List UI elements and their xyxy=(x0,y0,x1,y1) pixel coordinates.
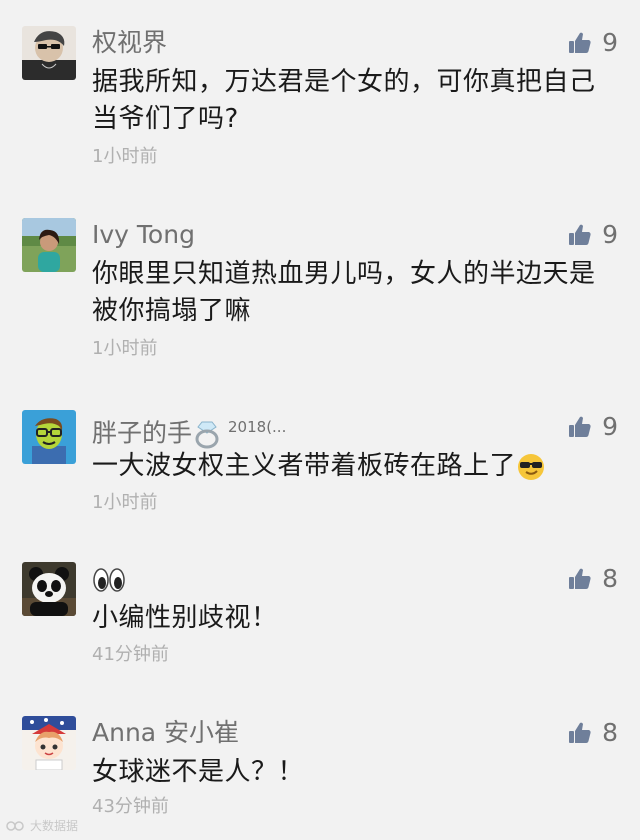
avatar[interactable] xyxy=(22,410,76,464)
timestamp: 1小时前 xyxy=(92,146,158,167)
like-button[interactable]: 8 xyxy=(568,718,618,748)
like-count: 8 xyxy=(602,718,618,747)
ring-icon xyxy=(195,421,219,449)
comment-text: 据我所知，万达君是个女的，可你真把自己当爷们了吗? xyxy=(92,67,596,134)
eyes-emoji xyxy=(93,568,125,592)
like-button[interactable]: 9 xyxy=(568,412,618,442)
like-button[interactable]: 8 xyxy=(568,564,618,594)
cool-sunglasses-emoji xyxy=(518,453,545,480)
username[interactable]: Anna 安小崔 xyxy=(92,718,239,748)
thumbs-up-icon xyxy=(569,224,591,245)
avatar[interactable] xyxy=(22,26,76,80)
comment-text: 小编性别歧视！ xyxy=(92,603,278,633)
thumbs-up-icon xyxy=(569,32,591,53)
timestamp: 43分钟前 xyxy=(92,796,169,817)
avatar[interactable] xyxy=(22,716,76,770)
username[interactable]: 权视界 xyxy=(92,28,167,58)
thumbs-up-icon xyxy=(569,568,591,589)
like-count: 8 xyxy=(602,564,618,593)
timestamp: 41分钟前 xyxy=(92,644,169,665)
comment-text: 你眼里只知道热血男儿吗，女人的半边天是被你搞塌了嘛 xyxy=(92,259,596,326)
thumbs-up-icon xyxy=(569,416,591,437)
comment-text: 女球迷不是人？！ xyxy=(92,757,305,787)
thumbs-up-icon xyxy=(569,722,591,743)
username[interactable] xyxy=(92,564,126,594)
like-count: 9 xyxy=(602,220,618,249)
timestamp: 1小时前 xyxy=(92,492,158,513)
like-button[interactable]: 9 xyxy=(568,28,618,58)
comment-text: 一大波女权主义者带着板砖在路上了 xyxy=(92,448,612,485)
avatar[interactable] xyxy=(22,218,76,272)
like-button[interactable]: 9 xyxy=(568,220,618,250)
username[interactable]: 胖子的手 2018(... xyxy=(92,412,286,449)
like-count: 9 xyxy=(602,28,618,57)
watermark-logo-icon xyxy=(6,820,24,831)
like-count: 9 xyxy=(602,412,618,441)
username[interactable]: Ivy Tong xyxy=(92,220,195,250)
badge-text: 2018(... xyxy=(228,418,287,436)
avatar[interactable] xyxy=(22,562,76,616)
comment-text-body: 一大波女权主义者带着板砖在路上了 xyxy=(92,451,517,481)
username-text: 胖子的手 xyxy=(92,418,193,448)
watermark: 大数据据 xyxy=(6,817,78,834)
timestamp: 1小时前 xyxy=(92,338,158,359)
watermark-text: 大数据据 xyxy=(30,819,79,833)
